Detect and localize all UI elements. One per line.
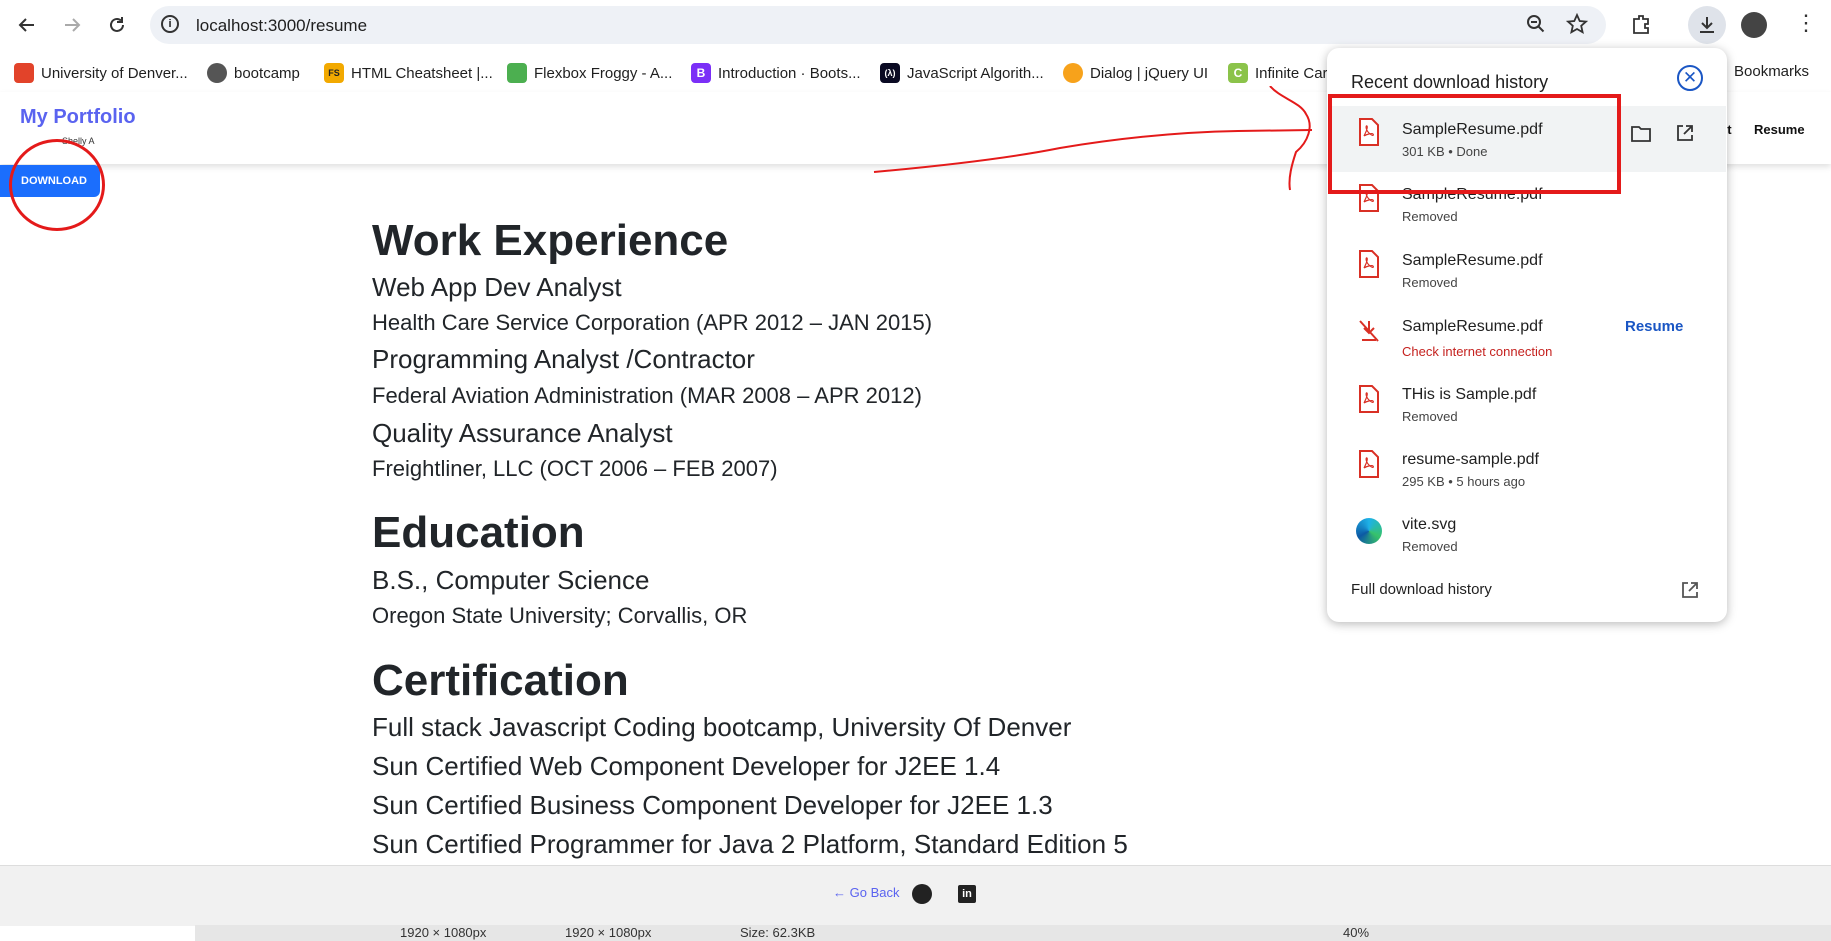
bookmark-item[interactable]: B Introduction · Boots... <box>691 63 861 83</box>
pdf-file-icon <box>1358 385 1380 413</box>
cert-item: Full stack Javascript Coding bootcamp, U… <box>372 712 1072 742</box>
image-viewer-statusbar: 1920 × 1080px 1920 × 1080px Size: 62.3KB… <box>195 925 1831 941</box>
linkedin-icon[interactable]: in <box>958 885 976 903</box>
go-back-link[interactable]: ← Go Back <box>833 885 899 900</box>
school: Oregon State University; Corvallis, OR <box>372 603 748 628</box>
arrow-left-icon <box>18 18 34 32</box>
resume-download-button[interactable]: Resume <box>1625 318 1683 335</box>
frog-icon <box>507 63 527 83</box>
cert-item: Sun Certified Web Component Developer fo… <box>372 751 1001 781</box>
gitlab-icon <box>14 63 34 83</box>
brand-title[interactable]: My Portfolio <box>20 106 136 129</box>
download-failed-icon <box>1358 318 1380 346</box>
globe-icon <box>207 63 227 83</box>
github-icon[interactable] <box>912 884 932 904</box>
download-status: Removed <box>1402 539 1458 554</box>
reload-button[interactable] <box>100 8 134 42</box>
panel-title: Recent download history <box>1351 72 1549 92</box>
downloads-button[interactable] <box>1688 6 1726 44</box>
nav-resume[interactable]: Resume <box>1754 122 1805 137</box>
work-experience-heading: Work Experience <box>372 216 729 265</box>
zoom-icon[interactable] <box>1526 14 1546 39</box>
bookmark-item[interactable]: Flexbox Froggy - A... <box>507 63 672 83</box>
download-status: Removed <box>1402 409 1458 424</box>
bookmark-item[interactable]: University of Denver... <box>14 63 188 83</box>
arrow-right-icon <box>65 18 81 32</box>
download-status: Removed <box>1402 209 1458 224</box>
bookmark-item[interactable]: FS HTML Cheatsheet |... <box>324 63 493 83</box>
download-icon <box>1700 17 1714 33</box>
annotation-highlight-box <box>1328 94 1621 194</box>
download-filename[interactable]: THis is Sample.pdf <box>1402 386 1536 404</box>
cert-item: Sun Certified Business Component Develop… <box>372 790 1053 820</box>
job-org: Health Care Service Corporation (APR 201… <box>372 310 933 335</box>
forward-button[interactable] <box>55 8 89 42</box>
job-title: Programming Analyst /Contractor <box>372 344 755 374</box>
job-title: Web App Dev Analyst <box>372 272 622 302</box>
close-icon[interactable]: ✕ <box>1677 65 1703 91</box>
certification-heading: Certification <box>372 656 629 705</box>
open-external-icon[interactable] <box>1675 123 1695 148</box>
pdf-file-icon <box>1358 450 1380 478</box>
download-filename[interactable]: resume-sample.pdf <box>1402 451 1539 469</box>
status-dimensions: 1920 × 1080px <box>565 925 652 940</box>
bookmark-star-icon[interactable] <box>1565 12 1589 40</box>
all-bookmarks[interactable]: Bookmarks <box>1734 63 1809 80</box>
site-info-icon[interactable]: i <box>161 15 179 33</box>
jquery-ui-icon <box>1063 63 1083 83</box>
reload-icon <box>110 17 124 32</box>
more-menu-icon[interactable]: ⋮ <box>1795 10 1817 36</box>
download-filename[interactable]: SampleResume.pdf <box>1402 252 1543 270</box>
show-in-folder-icon[interactable] <box>1630 124 1652 149</box>
back-button[interactable] <box>10 8 44 42</box>
url-text[interactable]: localhost:3000/resume <box>196 16 367 36</box>
address-bar[interactable] <box>150 6 1606 44</box>
download-status: 295 KB • 5 hours ago <box>1402 474 1526 489</box>
freecodecamp-icon: (λ) <box>880 63 900 83</box>
extensions-icon[interactable] <box>1630 13 1652 40</box>
bookmark-item[interactable]: Dialog | jQuery UI <box>1063 63 1208 83</box>
status-dimensions: 1920 × 1080px <box>400 925 487 940</box>
cert-item: Sun Certified Programmer for Java 2 Plat… <box>372 829 1128 859</box>
infinite-icon: C <box>1228 63 1248 83</box>
job-org: Freightliner, LLC (OCT 2006 – FEB 2007) <box>372 456 778 481</box>
download-filename[interactable]: SampleResume.pdf <box>1402 318 1543 336</box>
bookmark-item[interactable]: (λ) JavaScript Algorith... <box>880 63 1044 83</box>
education-heading: Education <box>372 508 585 557</box>
edge-browser-icon <box>1356 518 1382 544</box>
status-zoom: 40% <box>1343 925 1370 940</box>
degree: B.S., Computer Science <box>372 565 650 595</box>
bookmark-item[interactable]: bootcamp <box>207 63 300 83</box>
full-download-history-link[interactable]: Full download history <box>1351 581 1492 598</box>
download-filename[interactable]: vite.svg <box>1402 516 1456 534</box>
profile-avatar[interactable] <box>1741 12 1767 38</box>
annotation-circle <box>9 139 105 231</box>
download-status: Removed <box>1402 275 1458 290</box>
job-org: Federal Aviation Administration (MAR 200… <box>372 383 922 408</box>
status-size: Size: 62.3KB <box>740 925 816 940</box>
bookmark-item[interactable]: C Infinite Car <box>1228 63 1328 83</box>
job-title: Quality Assurance Analyst <box>372 418 673 448</box>
bootstrap-icon: B <box>691 63 711 83</box>
download-status: Check internet connection <box>1402 344 1553 359</box>
open-external-icon[interactable] <box>1680 580 1700 605</box>
annotation-arrow <box>873 86 1313 191</box>
pdf-file-icon <box>1358 250 1380 278</box>
fs-icon: FS <box>324 63 344 83</box>
